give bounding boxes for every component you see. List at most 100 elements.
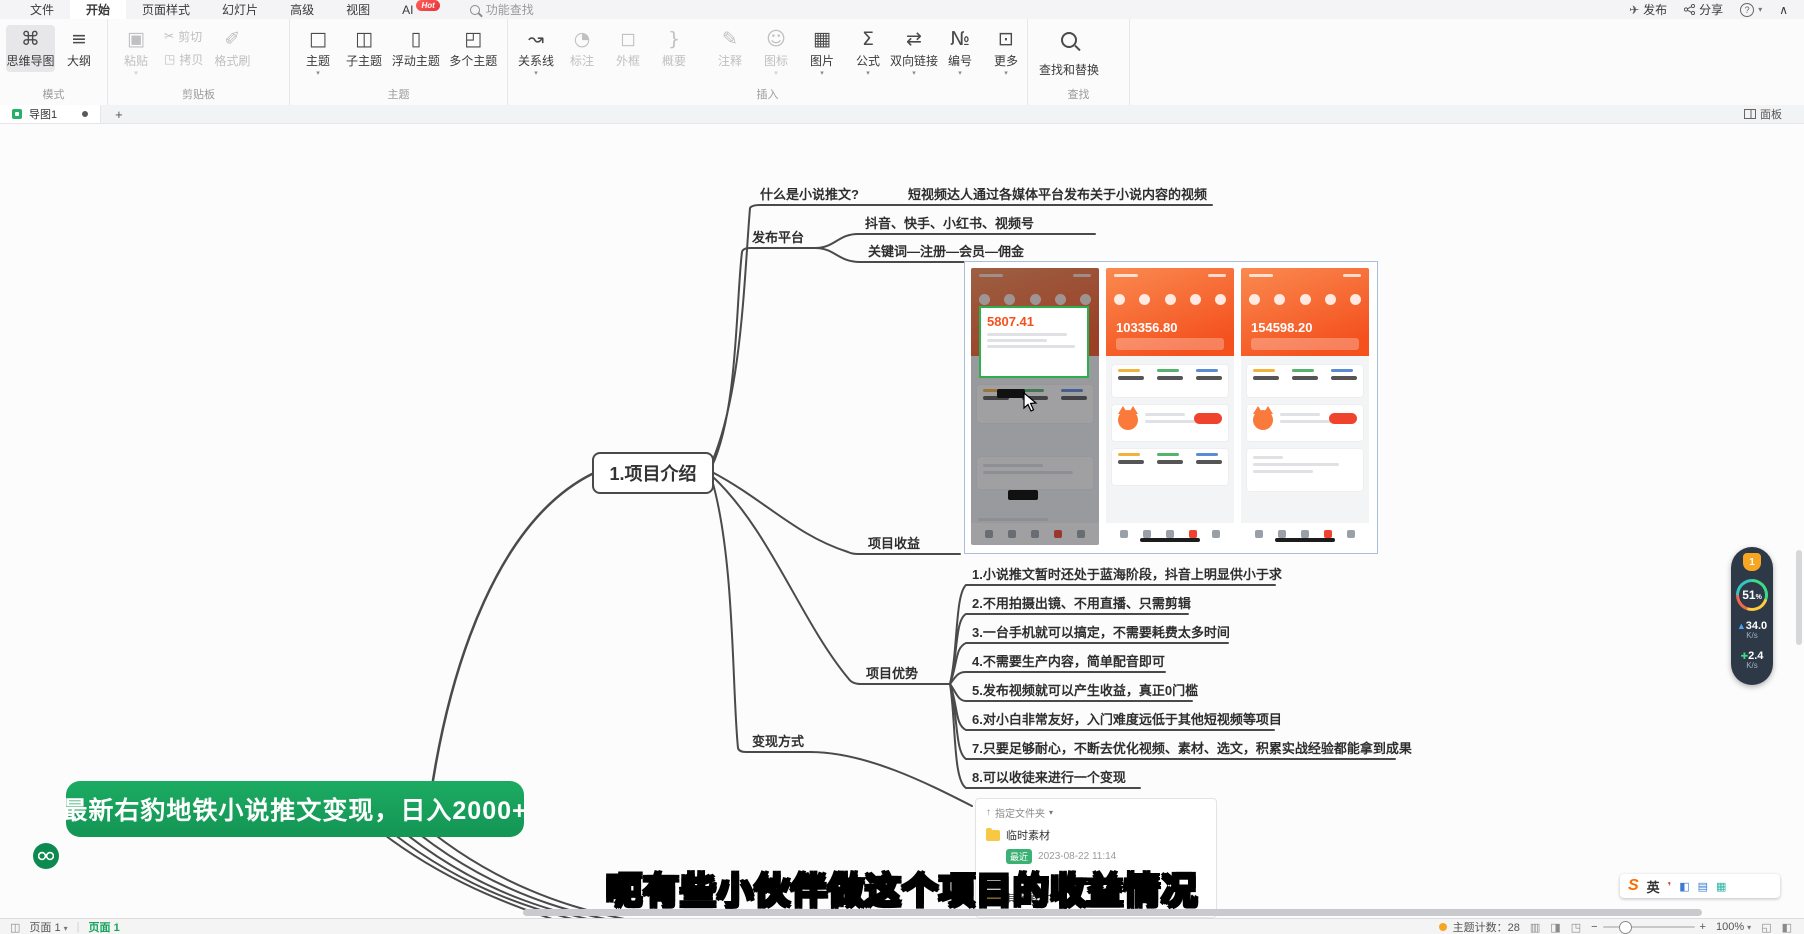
caret-down-icon: ▾ <box>134 71 138 76</box>
mindmap-branch-label[interactable]: 项目收益 <box>868 535 920 552</box>
sheet-tab-active[interactable]: 导图1 <box>0 105 101 123</box>
menu-tab-视图[interactable]: 视图 <box>330 0 386 19</box>
caret-down-icon: ▾ <box>866 71 870 76</box>
ribbon-button-格式刷[interactable]: ✐格式刷 <box>209 25 255 72</box>
mindmap-branch-label[interactable]: 发布平台 <box>752 229 804 246</box>
menu-tab-页面样式[interactable]: 页面样式 <box>126 0 206 19</box>
zoom-percent[interactable]: 100% ▾ <box>1716 921 1751 933</box>
save-view-icon[interactable]: ◨ <box>1550 921 1560 934</box>
page-selector[interactable]: 页面 1 ▾ <box>29 919 67 934</box>
folder-row[interactable]: 临时素材 <box>986 827 1206 843</box>
mindmap-central-node[interactable]: 1.项目介绍 <box>592 452 714 494</box>
boundary-icon: ◻ <box>620 28 636 50</box>
ribbon-button-浮动主题[interactable]: ▯浮动主题 <box>388 25 443 72</box>
add-sheet-button[interactable]: + <box>115 107 123 122</box>
sogou-logo-icon[interactable]: S <box>1628 878 1639 894</box>
mindmap-leaf[interactable]: 4.不需要生产内容，简单配音即可 <box>972 653 1165 670</box>
zoom-track[interactable] <box>1603 926 1695 928</box>
menu-tab-AI[interactable]: AIHot <box>386 0 456 19</box>
red-button <box>1329 413 1357 424</box>
ime-toolbox-icon[interactable]: ▦ <box>1716 880 1726 893</box>
mindmap-leaf[interactable]: 1.小说推文暂时还处于蓝海阶段，抖音上明显供小于求 <box>972 566 1282 583</box>
red-button <box>1194 413 1222 424</box>
help-button[interactable]: ? ▾ <box>1740 3 1762 17</box>
mindmap-branch-label[interactable]: 项目优势 <box>866 665 918 682</box>
ime-toolbar[interactable]: S 英 ❜ ◧ ▤ ▦ <box>1620 874 1780 898</box>
ribbon-button-外框[interactable]: ◻外框 <box>606 25 650 72</box>
ime-mic-icon[interactable]: ◧ <box>1679 880 1689 893</box>
panel-toggle-button[interactable]: 面板 <box>1744 106 1804 122</box>
vertical-scrollbar-thumb[interactable] <box>1796 550 1802 645</box>
mindmap-leaf[interactable]: 5.发布视频就可以产生收益，真正0门槛 <box>972 682 1198 699</box>
ime-punctuation-icon[interactable]: ❜ <box>1668 880 1672 893</box>
ribbon-button-多个主题[interactable]: ◰多个主题 <box>446 25 501 72</box>
ribbon-button-思维导图[interactable]: ⌘思维导图 <box>6 25 55 72</box>
ribbon-button-子主题[interactable]: ◫子主题 <box>342 25 386 72</box>
collapse-ribbon-button[interactable]: ∧ <box>1779 3 1788 17</box>
page-tab-active[interactable]: 页面 1 <box>89 919 120 934</box>
horizontal-scrollbar-thumb[interactable] <box>523 909 1702 916</box>
ribbon-button-label: 大纲 <box>67 52 91 69</box>
ribbon-group-label: 插入 <box>508 86 1027 105</box>
numbering-icon: № <box>950 28 970 50</box>
menu-bar: 文件开始页面样式幻灯片高级视图AIHot 功能查找 ✈ 发布 分享 <box>0 0 1804 20</box>
video-caption: 呃有些小伙伴做这个项目的收益情况 <box>606 862 1198 914</box>
mindmap-leaf[interactable]: 短视频达人通过各媒体平台发布关于小说内容的视频 <box>908 186 1207 203</box>
zoom-in-button[interactable]: + <box>1700 921 1706 933</box>
ribbon-button-关系线[interactable]: ↝关系线▾ <box>514 25 558 79</box>
mindmap-leaf[interactable]: 抖音、快手、小红书、视频号 <box>865 215 1034 232</box>
menu-tab-高级[interactable]: 高级 <box>274 0 330 19</box>
mascot-cat-icon <box>1118 410 1138 430</box>
net-speed-widget[interactable]: 1 51% ▲34.0 K/s ✚2.4 K/s <box>1731 547 1773 685</box>
ribbon-button-剪切[interactable]: ✂剪切 <box>160 27 207 46</box>
relation-line-icon: ↝ <box>528 28 544 50</box>
caret-down-icon: ▾ <box>1747 923 1751 932</box>
ribbon-button-label: 概要 <box>662 52 686 69</box>
ribbon-button-label: 编号 <box>948 52 972 69</box>
zoom-out-button[interactable]: − <box>1591 921 1597 933</box>
ribbon-button-大纲[interactable]: ≡大纲 <box>57 25 101 72</box>
share-button[interactable]: 分享 <box>1684 1 1723 18</box>
ime-language-toggle[interactable]: 英 <box>1647 877 1660 896</box>
ribbon-button-标注[interactable]: ◔标注 <box>560 25 604 72</box>
fullscreen-icon[interactable]: ◱ <box>1761 921 1771 934</box>
up-arrow-icon: ▲ <box>1737 621 1746 631</box>
menu-tab-开始[interactable]: 开始 <box>70 0 126 19</box>
exit-view-icon[interactable]: ◧ <box>1782 921 1792 934</box>
ribbon-button-主题[interactable]: □主题▾ <box>296 25 340 79</box>
mindmap-branch-label[interactable]: 什么是小说推文? <box>760 186 859 203</box>
zoom-slider[interactable]: − + <box>1591 921 1706 933</box>
ribbon-button-公式[interactable]: Σ公式▾ <box>846 25 890 79</box>
mindmap-leaf[interactable]: 7.只要足够耐心，不断去优化视频、素材、选文，积累实战经验都能拿到成果 <box>972 740 1412 757</box>
fit-view-icon[interactable]: ◳ <box>1571 921 1581 934</box>
ribbon-button-图标[interactable]: ☺图标▾ <box>754 25 798 79</box>
mindmap-branch-label[interactable]: 变现方式 <box>752 733 804 750</box>
ribbon-button-查找和替换[interactable]: 查找和替换 <box>1034 25 1104 81</box>
ribbon-button-编号[interactable]: №编号▾ <box>938 25 982 79</box>
ribbon-button-更多[interactable]: ⊡更多▾ <box>984 25 1028 79</box>
mindmap-leaf[interactable]: 2.不用拍摄出镜、不用直播、只需剪辑 <box>972 595 1191 612</box>
ribbon-button-概要[interactable]: }概要 <box>652 25 696 72</box>
mindmap-leaf[interactable]: 8.可以收徒来进行一个变现 <box>972 769 1126 786</box>
cut-icon: ✂ <box>164 30 174 43</box>
mindmap-file-icon <box>12 109 22 119</box>
ime-keyboard-icon[interactable]: ▤ <box>1698 880 1708 893</box>
ribbon-button-label: 思维导图 <box>7 52 55 69</box>
ribbon-button-图片[interactable]: ▦图片▾ <box>800 25 844 79</box>
ribbon-button-双向链接[interactable]: ⇄双向链接▾ <box>892 25 936 79</box>
menu-tab-幻灯片[interactable]: 幻灯片 <box>206 0 274 19</box>
ribbon-button-注释[interactable]: ✎注释 <box>708 25 752 72</box>
ribbon-button-拷贝[interactable]: ◳拷贝 <box>160 50 207 69</box>
menu-tab-文件[interactable]: 文件 <box>14 0 70 19</box>
mindmap-leaf[interactable]: 3.一台手机就可以搞定，不需要耗费太多时间 <box>972 624 1230 641</box>
shield-badge-icon: 1 <box>1743 553 1761 571</box>
publish-button[interactable]: ✈ 发布 <box>1629 1 1667 18</box>
mindmap-leaf[interactable]: 关键词—注册—会员—佣金 <box>868 243 1024 260</box>
view-columns-icon[interactable]: ▥ <box>1530 921 1540 934</box>
mindmap-leaf[interactable]: 6.对小白非常友好，入门难度远低于其他短视频等项目 <box>972 711 1282 728</box>
ribbon-button-粘贴[interactable]: ▣粘贴▾ <box>114 25 158 79</box>
board-icon[interactable]: ◫ <box>10 921 20 934</box>
zoom-knob[interactable] <box>1619 921 1632 934</box>
mindmap-root-node[interactable]: 最新右豹地铁小说推文变现，日入2000+ <box>66 781 524 837</box>
feature-search[interactable]: 功能查找 <box>470 1 534 18</box>
